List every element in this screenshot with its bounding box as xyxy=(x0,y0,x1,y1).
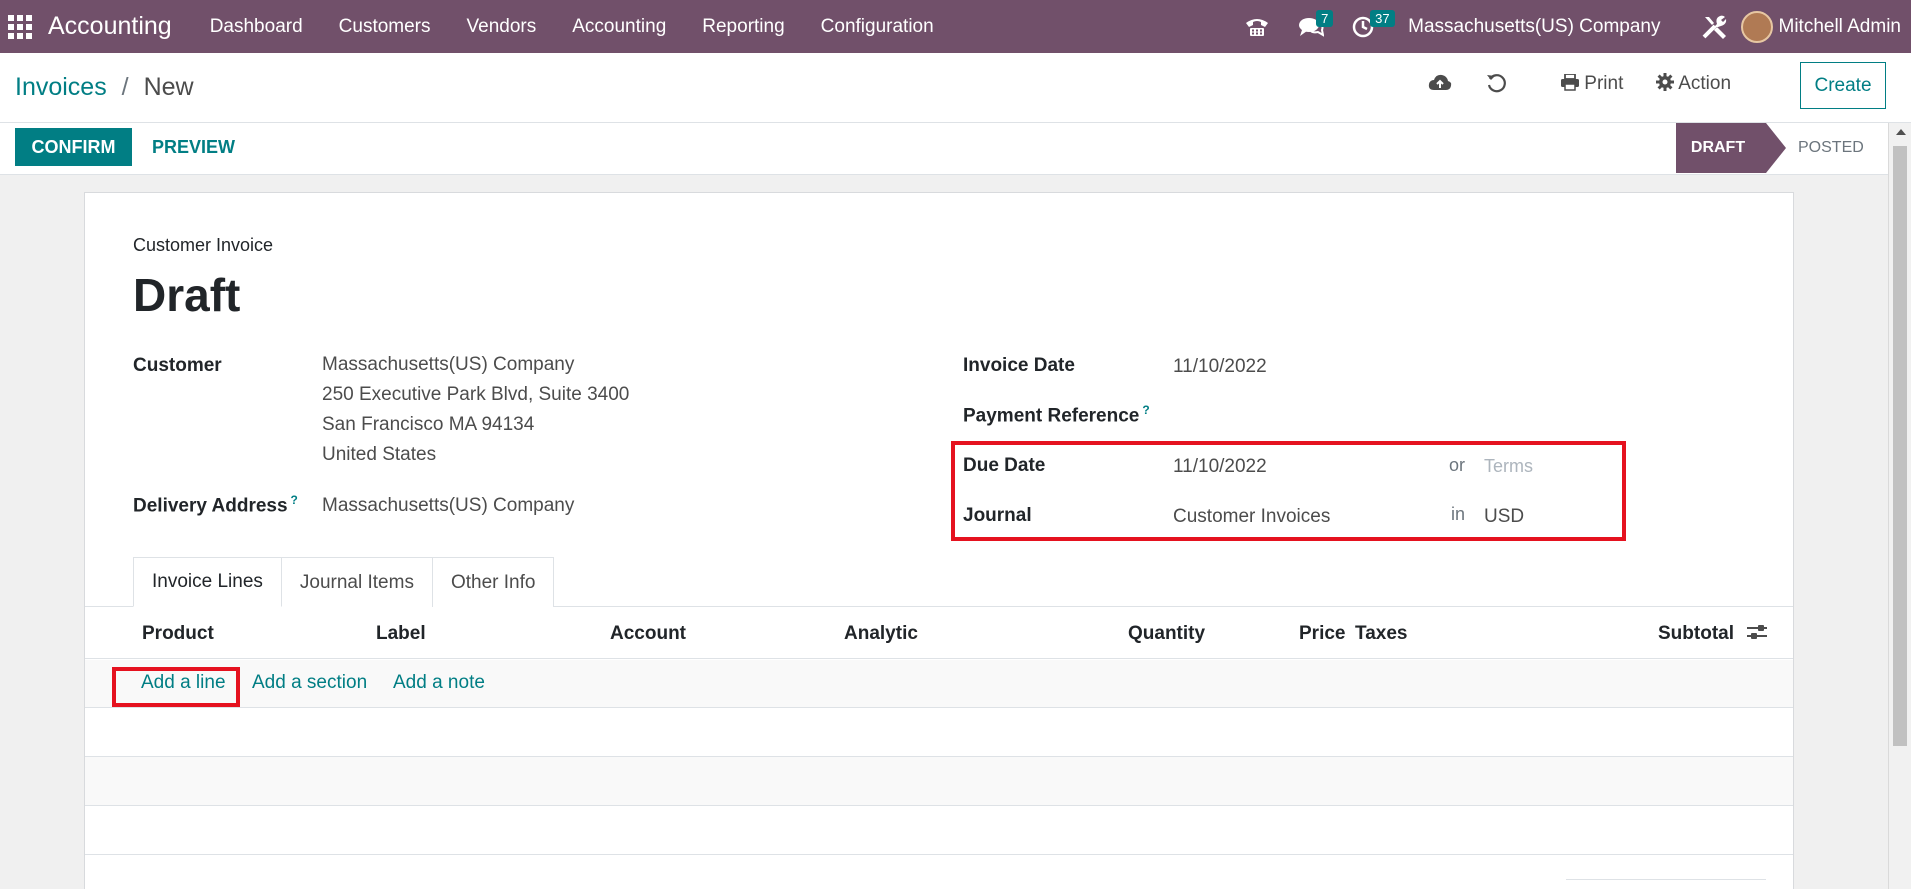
print-icon xyxy=(1561,73,1579,91)
breadcrumb-current: New xyxy=(143,73,194,101)
customer-field[interactable]: Massachusetts(US) Company 250 Executive … xyxy=(322,350,629,470)
due-date-journal-highlight xyxy=(951,441,1626,541)
action-button[interactable]: Action xyxy=(1656,73,1731,95)
column-quantity[interactable]: Quantity xyxy=(1128,623,1205,645)
breadcrumb: Invoices / New xyxy=(15,73,194,102)
page-title: Draft xyxy=(133,269,241,321)
customer-name[interactable]: Massachusetts(US) Company xyxy=(322,350,629,380)
user-menu[interactable]: Mitchell Admin xyxy=(1779,16,1902,38)
breadcrumb-invoices[interactable]: Invoices xyxy=(15,73,107,101)
payment-reference-label-text: Payment Reference xyxy=(963,405,1140,427)
debug-tools-icon[interactable] xyxy=(1701,14,1727,40)
invoice-lines-header: Product Label Account Analytic Quantity … xyxy=(85,607,1793,659)
form-tabs: Invoice Lines Journal Items Other Info xyxy=(133,557,555,607)
help-tooltip-icon[interactable]: ? xyxy=(291,493,298,507)
apps-menu-icon[interactable] xyxy=(8,14,32,39)
column-label[interactable]: Label xyxy=(376,623,426,645)
column-subtotal[interactable]: Subtotal xyxy=(1658,623,1734,645)
control-panel: Invoices / New Print Action Create xyxy=(0,53,1911,123)
column-product[interactable]: Product xyxy=(142,623,214,645)
payment-reference-label: Payment Reference? xyxy=(963,403,1150,427)
menu-customers[interactable]: Customers xyxy=(321,16,449,38)
invoice-form-sheet: Customer Invoice Draft Customer Massachu… xyxy=(84,192,1794,889)
document-type: Customer Invoice xyxy=(133,235,274,255)
company-switcher[interactable]: Massachusetts(US) Company xyxy=(1408,16,1660,38)
print-button[interactable]: Print xyxy=(1561,73,1623,95)
activity-clock-icon[interactable]: 37 xyxy=(1352,9,1395,38)
add-note-link[interactable]: Add a note xyxy=(393,672,485,694)
empty-table-row xyxy=(85,757,1793,806)
column-price[interactable]: Price xyxy=(1299,623,1345,645)
column-analytic[interactable]: Analytic xyxy=(844,623,918,645)
customer-label: Customer xyxy=(133,355,222,376)
user-avatar[interactable] xyxy=(1740,10,1773,43)
customer-city: San Francisco MA 94134 xyxy=(322,414,535,435)
delivery-address-label-text: Delivery Address xyxy=(133,495,288,517)
stage-draft[interactable]: DRAFT xyxy=(1676,123,1786,173)
delivery-address-field[interactable]: Massachusetts(US) Company xyxy=(322,495,574,517)
scroll-up-arrow-icon[interactable] xyxy=(1896,129,1906,135)
stage-posted[interactable]: POSTED xyxy=(1798,139,1864,157)
phone-icon[interactable] xyxy=(1244,16,1270,38)
customer-street: 250 Executive Park Blvd, Suite 3400 xyxy=(322,384,630,405)
invoice-date-field[interactable]: 11/10/2022 xyxy=(1173,356,1267,378)
tab-other-info[interactable]: Other Info xyxy=(431,557,555,607)
optional-columns-icon[interactable] xyxy=(1747,623,1767,641)
help-tooltip-icon[interactable]: ? xyxy=(1142,403,1149,417)
navbar-systray: 7 37 Massachusetts(US) Company Mitchell … xyxy=(1230,0,1911,53)
empty-table-row xyxy=(85,708,1793,757)
menu-vendors[interactable]: Vendors xyxy=(449,16,555,38)
scroll-thumb[interactable] xyxy=(1893,146,1907,746)
tab-journal-items[interactable]: Journal Items xyxy=(280,557,433,607)
top-navbar: Accounting Dashboard Customers Vendors A… xyxy=(0,0,1911,53)
column-taxes[interactable]: Taxes xyxy=(1355,623,1407,645)
tab-invoice-lines[interactable]: Invoice Lines xyxy=(133,557,282,607)
delivery-address-label: Delivery Address? xyxy=(133,493,298,517)
messages-badge: 7 xyxy=(1316,9,1334,27)
activities-badge: 37 xyxy=(1370,9,1395,27)
breadcrumb-separator: / xyxy=(121,73,129,101)
app-brand[interactable]: Accounting xyxy=(48,12,172,41)
invoice-date-label: Invoice Date xyxy=(963,355,1075,376)
add-line-row: Add a line Add a section Add a note xyxy=(85,660,1793,708)
preview-button[interactable]: PREVIEW xyxy=(152,137,235,158)
confirm-button[interactable]: CONFIRM xyxy=(15,128,132,166)
menu-accounting[interactable]: Accounting xyxy=(554,16,684,38)
column-account[interactable]: Account xyxy=(610,623,686,645)
totals-divider xyxy=(1566,879,1766,880)
create-button[interactable]: Create xyxy=(1800,62,1886,109)
status-bar: CONFIRM PREVIEW DRAFT POSTED xyxy=(0,123,1888,175)
menu-dashboard[interactable]: Dashboard xyxy=(192,16,321,38)
main-menu: Dashboard Customers Vendors Accounting R… xyxy=(192,16,952,38)
save-cloud-icon[interactable] xyxy=(1428,73,1452,99)
messages-icon[interactable]: 7 xyxy=(1298,9,1334,38)
menu-configuration[interactable]: Configuration xyxy=(803,16,952,38)
add-line-highlight xyxy=(112,667,240,707)
add-section-link[interactable]: Add a section xyxy=(252,672,367,694)
empty-table-row xyxy=(85,806,1793,855)
discard-undo-icon[interactable] xyxy=(1486,73,1506,99)
vertical-scrollbar[interactable] xyxy=(1888,123,1911,889)
customer-country: United States xyxy=(322,444,437,465)
gear-icon xyxy=(1656,73,1674,91)
menu-reporting[interactable]: Reporting xyxy=(684,16,802,38)
print-label: Print xyxy=(1584,73,1624,94)
action-label: Action xyxy=(1678,73,1732,94)
